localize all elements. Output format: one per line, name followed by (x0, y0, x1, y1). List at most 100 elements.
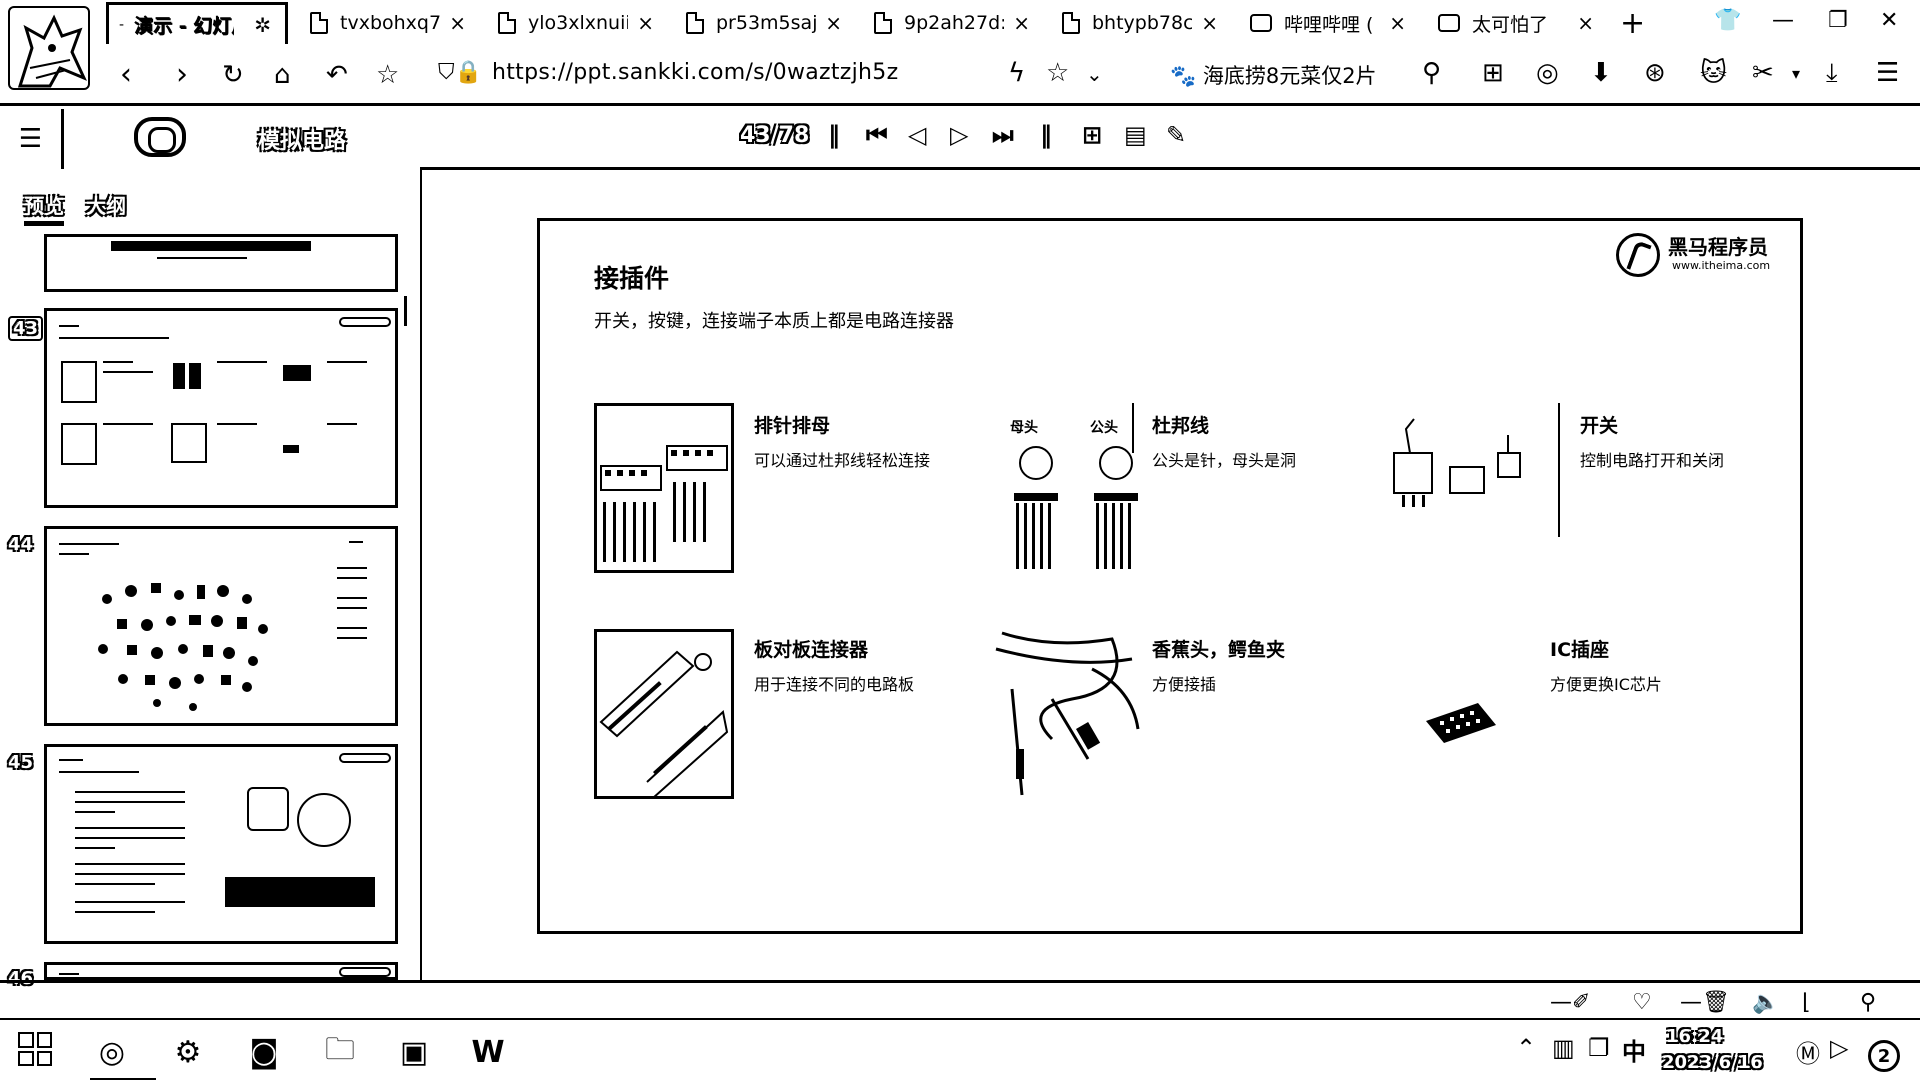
tv-icon (1250, 14, 1272, 32)
slide-thumbnail-45[interactable] (44, 744, 398, 944)
tab[interactable]: 9p2ah27d: × (864, 4, 1044, 42)
tab-outline[interactable]: 大纲 (86, 190, 126, 219)
trash-icon[interactable]: —🗑 (1680, 990, 1730, 1015)
dupont-wire-graphic (1014, 446, 1138, 569)
tab-preview[interactable]: 预览 (24, 190, 64, 226)
browser-taskbar-icon[interactable]: ◎ (88, 1030, 156, 1080)
minimize-icon[interactable]: — (1772, 8, 1794, 33)
settings-taskbar-icon[interactable]: ⚙ (164, 1030, 212, 1074)
thumbnail-number: 43 (8, 316, 44, 341)
close-icon[interactable]: × (1389, 11, 1406, 35)
tab-active[interactable]: - 演示 - 幻灯片 ✲ (106, 2, 288, 44)
thumbnail-number: 44 (8, 534, 34, 555)
close-icon[interactable]: × (637, 11, 654, 35)
tab[interactable]: ylo3xlxnuii × (488, 4, 668, 42)
zoom-icon[interactable]: ⚲ (1860, 990, 1876, 1015)
swirl-icon: ◎ (98, 1034, 126, 1070)
cat-icon[interactable]: 🐱 (1700, 58, 1727, 88)
tab[interactable]: pr53m5saj × (676, 4, 856, 42)
item-title: 板对板连接器 (754, 639, 869, 661)
back-icon[interactable]: ‹ (120, 58, 132, 92)
last-slide-icon[interactable]: ⏭ (992, 121, 1014, 149)
item-desc: 方便更换IC芯片 (1550, 675, 1662, 694)
slide-thumbnail-43[interactable] (44, 308, 398, 508)
tab[interactable]: bhtypb78c × (1052, 4, 1232, 42)
close-icon[interactable]: × (825, 11, 842, 35)
extension-icon[interactable]: ◎ (1536, 58, 1559, 88)
clock-date[interactable]: 2023/6/16 (1662, 1052, 1763, 1073)
search-icon[interactable]: ⚲ (1422, 58, 1441, 88)
favorite-icon[interactable]: ☆ (1046, 58, 1069, 88)
shield-lock-icon[interactable]: ⛉🔒 (438, 60, 482, 85)
first-slide-icon[interactable]: ⏮ (866, 121, 888, 149)
news-ticker[interactable]: 🐾 海底捞8元菜仅2片 (1170, 60, 1377, 90)
slide-thumbnail-46[interactable] (44, 962, 398, 980)
tab[interactable]: 太可怕了 × (1428, 4, 1608, 42)
chevron-up-icon[interactable]: ⌃ (1516, 1034, 1536, 1062)
grid-icon[interactable]: ⊞ (1482, 58, 1504, 88)
reload-icon[interactable]: ↻ (222, 58, 244, 92)
crop-icon[interactable]: ⌊ (1802, 990, 1811, 1015)
tab-title: bhtypb78c (1092, 12, 1192, 34)
tab[interactable]: 哔哩哔哩 ( × (1240, 4, 1420, 42)
app-tray-icon[interactable]: ▥ (1552, 1034, 1575, 1062)
close-icon[interactable]: × (1201, 11, 1218, 35)
close-icon[interactable]: × (1577, 11, 1594, 35)
close-icon[interactable]: × (449, 11, 466, 35)
forward-icon[interactable]: › (176, 58, 188, 92)
menu-icon[interactable]: ☰ (1876, 58, 1899, 88)
chatgpt-icon[interactable]: ⊛ (1644, 58, 1666, 88)
male-label: 公头 (1090, 420, 1118, 436)
scissors-icon[interactable]: ✂ (1752, 58, 1774, 88)
tab-title: 9p2ah27d: (904, 12, 1004, 34)
input-method[interactable]: 中 (1622, 1032, 1646, 1067)
dropdown-arrow-icon[interactable]: ▾ (1792, 64, 1800, 83)
copy-icon[interactable]: ❐ (1588, 1034, 1610, 1062)
document-icon (1062, 12, 1080, 34)
image-icon: ▣ (399, 1034, 429, 1070)
notification-badge[interactable]: 2 (1868, 1040, 1900, 1072)
play-icon[interactable]: ▷ (1830, 1034, 1848, 1062)
slide-thumbnail-44[interactable] (44, 526, 398, 726)
home-icon[interactable]: ⌂ (274, 58, 291, 92)
news-text: 海底捞8元菜仅2片 (1202, 64, 1377, 88)
brush-icon[interactable]: —✐ (1550, 990, 1590, 1015)
explorer-taskbar-icon[interactable]: 🗀 (316, 1030, 364, 1074)
pause-icon[interactable]: ‖ (1040, 121, 1052, 149)
item-title: 杜邦线 (1152, 415, 1210, 437)
chevron-down-icon[interactable]: ⌄ (1086, 62, 1103, 86)
chat-taskbar-icon[interactable]: ◙ (240, 1030, 288, 1074)
download-circle-icon[interactable]: ⬇ (1590, 58, 1612, 88)
windows-logo-pane (36, 1050, 52, 1066)
volume-icon[interactable]: 🔈 (1752, 990, 1779, 1015)
shirt-icon[interactable]: 👕 (1714, 8, 1741, 33)
bookmark-star-icon[interactable]: ☆ (376, 58, 399, 92)
new-tab-button[interactable]: + (1620, 6, 1645, 41)
download-icon[interactable]: ⤓ (1826, 58, 1838, 89)
url-field[interactable]: https://ppt.sankki.com/s/0waztzjh5z (492, 60, 898, 85)
photos-taskbar-icon[interactable]: ▣ (390, 1030, 438, 1074)
start-button[interactable] (18, 1032, 52, 1066)
scrollbar-thumb[interactable] (404, 296, 407, 326)
windows-logo-pane (36, 1032, 52, 1048)
mail-icon[interactable]: Ⓜ (1796, 1034, 1820, 1069)
slide-thumbnail-42[interactable] (44, 234, 398, 292)
pen-icon[interactable]: ✎ (1166, 121, 1186, 149)
fullscreen-icon[interactable]: ⊞ (1082, 121, 1102, 149)
prev-slide-icon[interactable]: ◁ (908, 121, 926, 149)
heart-icon[interactable]: ♡ (1632, 990, 1652, 1015)
lightning-icon[interactable]: ϟ (1008, 58, 1025, 88)
close-icon[interactable]: × (1013, 11, 1030, 35)
close-window-icon[interactable]: ✕ (1880, 8, 1898, 33)
sidebar-toggle-button[interactable]: ☰ (0, 109, 64, 169)
next-slide-icon[interactable]: ▷ (950, 121, 968, 149)
notes-icon[interactable]: ▤ (1124, 121, 1147, 149)
tab[interactable]: tvxbohxq7 × (300, 4, 480, 42)
board-connector-image (594, 629, 734, 799)
item-desc: 公头是针，母头是洞 (1152, 451, 1297, 470)
undo-icon[interactable]: ↶ (326, 58, 348, 92)
tab-mute-icon[interactable]: ✲ (254, 13, 271, 37)
wps-taskbar-icon[interactable]: W (464, 1030, 512, 1074)
browser-tab-bar: - 演示 - 幻灯片 ✲ tvxbohxq7 × ylo3xlxnuii × p… (0, 0, 1920, 90)
restore-icon[interactable]: ❐ (1828, 8, 1848, 33)
